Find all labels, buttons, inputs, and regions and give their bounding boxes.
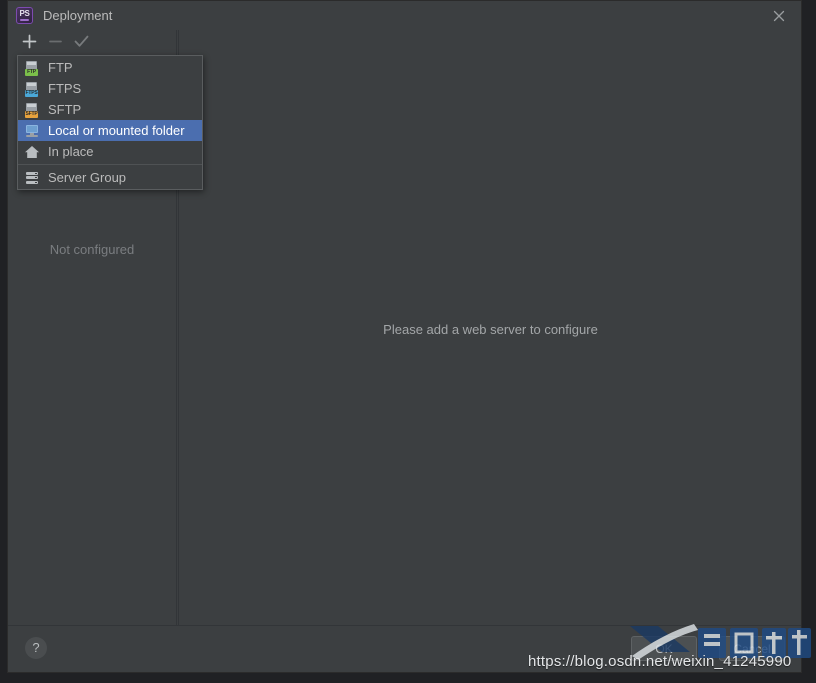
not-configured-label: Not configured <box>49 242 135 257</box>
server-config-panel: Please add a web server to configure <box>180 30 801 626</box>
add-server-type-menu[interactable]: FTP FTP FTPS FTPS SFTP SFTP Local or mou… <box>17 55 203 190</box>
sftp-icon: SFTP <box>24 102 40 118</box>
left-panel-toolbar <box>8 30 178 52</box>
menu-item-ftp[interactable]: FTP FTP <box>18 57 202 78</box>
phpstorm-ps-icon: PS <box>16 7 33 24</box>
cancel-button[interactable]: Cancel <box>719 636 785 661</box>
ftp-icon: FTP <box>24 60 40 76</box>
home-icon <box>24 144 40 160</box>
deployment-dialog: PS Deployment Not configured Please add … <box>7 0 802 673</box>
ok-button[interactable]: OK <box>631 636 697 661</box>
menu-item-label: In place <box>48 144 94 159</box>
menu-item-server-group[interactable]: Server Group <box>18 167 202 188</box>
local-folder-icon <box>24 123 40 139</box>
server-group-icon <box>24 170 40 186</box>
close-icon[interactable] <box>769 6 789 26</box>
menu-item-label: Local or mounted folder <box>48 123 185 138</box>
menu-item-label: SFTP <box>48 102 82 117</box>
empty-state-message: Please add a web server to configure <box>383 322 598 337</box>
menu-separator <box>18 164 202 165</box>
menu-item-label: FTP <box>48 60 73 75</box>
menu-item-label: FTPS <box>48 81 82 96</box>
ftps-icon: FTPS <box>24 81 40 97</box>
menu-item-sftp[interactable]: SFTP SFTP <box>18 99 202 120</box>
menu-item-local-or-mounted-folder[interactable]: Local or mounted folder <box>18 120 202 141</box>
menu-item-ftps[interactable]: FTPS FTPS <box>18 78 202 99</box>
menu-item-label: Server Group <box>48 170 127 185</box>
plus-icon[interactable] <box>20 32 39 51</box>
minus-icon[interactable] <box>46 32 65 51</box>
title-bar: PS Deployment <box>8 1 801 30</box>
help-icon[interactable]: ? <box>25 637 47 659</box>
checkmark-icon[interactable] <box>72 32 91 51</box>
menu-item-in-place[interactable]: In place <box>18 141 202 162</box>
window-title: Deployment <box>43 8 113 23</box>
dialog-footer: ? OK Cancel <box>8 625 801 672</box>
